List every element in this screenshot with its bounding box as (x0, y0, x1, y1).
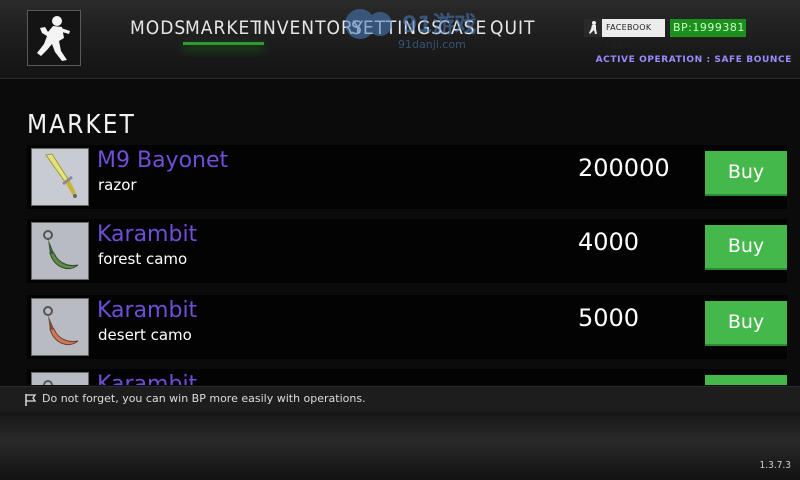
site-watermark: 91游戏 91danji.com (336, 4, 477, 52)
game-logo (27, 10, 81, 66)
page-title: MARKET (27, 110, 136, 140)
buy-button[interactable] (705, 375, 787, 385)
item-price: 4000 (578, 228, 640, 256)
m9-bayonet-razor-icon (31, 148, 89, 206)
soldier-small-icon (584, 19, 602, 37)
flag-icon (24, 392, 38, 406)
facebook-login-label: FACEBOOK LOGIN (606, 23, 652, 50)
watermark-main: 91游戏 (402, 12, 476, 38)
facebook-login-button[interactable]: FACEBOOK LOGIN (584, 19, 665, 50)
list-item: Karambit (27, 367, 797, 385)
item-name: M9 Bayonet (97, 148, 229, 173)
item-price: 5000 (578, 304, 640, 332)
background-ground (0, 410, 800, 480)
item-skin: forest camo (98, 250, 188, 268)
buy-button[interactable]: Buy (705, 301, 787, 346)
active-operation-label: ACTIVE OPERATION : SAFE BOUNCE (595, 55, 792, 65)
karambit-desert-camo-icon (31, 298, 89, 356)
item-name: Karambit (97, 298, 198, 323)
nav-item-mods[interactable]: MODS (130, 14, 186, 44)
watermark-sub: 91danji.com (398, 38, 466, 51)
item-skin: razor (98, 176, 137, 194)
item-name: Karambit (97, 222, 198, 247)
version-label: 1.3.7.3 (759, 460, 791, 471)
list-item: Karambit forest camo 4000 Buy (27, 217, 797, 285)
karambit-icon (31, 372, 89, 385)
nav-item-quit[interactable]: QUIT (490, 14, 535, 44)
buy-button[interactable]: Buy (705, 151, 787, 196)
karambit-forest-camo-icon (31, 222, 89, 280)
top-bar: MODS MARKET INVENTORY SETTINGS CASE QUIT… (0, 0, 800, 79)
item-name: Karambit (97, 372, 198, 385)
list-item: Karambit desert camo 5000 Buy (27, 293, 797, 361)
hint-bar: Do not forget, you can win BP more easil… (0, 386, 800, 412)
market-list[interactable]: M9 Bayonet razor 200000 Buy Karambit for… (27, 143, 797, 385)
bp-balance: BP:1999381 (670, 19, 746, 37)
buy-button[interactable]: Buy (705, 225, 787, 270)
nav-item-market[interactable]: MARKET (183, 14, 264, 45)
item-price: 200000 (578, 154, 670, 182)
hint-text: Do not forget, you can win BP more easil… (42, 392, 366, 405)
list-item: M9 Bayonet razor 200000 Buy (27, 143, 797, 211)
soldier-logo-icon (37, 16, 70, 61)
item-skin: desert camo (98, 326, 192, 344)
